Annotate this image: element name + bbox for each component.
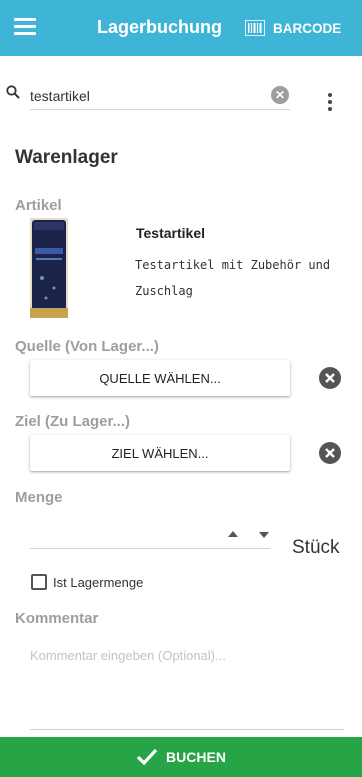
page-title: Lagerbuchung <box>97 17 222 37</box>
quantity-input[interactable] <box>30 548 270 549</box>
increment-arrow-icon[interactable] <box>228 531 238 537</box>
select-target-button[interactable]: ZIEL WÄHLEN... <box>30 435 290 471</box>
book-label: BUCHEN <box>166 749 226 765</box>
article-label: Artikel <box>15 197 62 214</box>
article-description: Testartikel mit Zubehör und Zuschlag <box>135 258 331 298</box>
barcode-icon <box>245 20 265 36</box>
search-input[interactable] <box>30 82 290 110</box>
more-vert-icon[interactable] <box>328 93 332 114</box>
source-label: Quelle (Von Lager...) <box>15 338 159 355</box>
section-title: Warenlager <box>15 147 118 168</box>
decrement-arrow-icon[interactable] <box>259 532 269 538</box>
checkmark-icon <box>136 748 158 766</box>
clear-search-icon[interactable]: ✕ <box>271 86 289 104</box>
unit-label: Stück <box>292 537 340 558</box>
search-bar: ✕ <box>0 78 362 114</box>
target-label: Ziel (Zu Lager...) <box>15 413 131 430</box>
comment-label: Kommentar <box>15 610 99 627</box>
barcode-button[interactable]: BARCODE <box>245 17 341 39</box>
article-image <box>30 218 68 318</box>
app-header: Lagerbuchung BARCODE <box>0 0 362 56</box>
clear-source-icon[interactable] <box>319 367 341 389</box>
stock-quantity-label: Ist Lagermenge <box>53 575 144 590</box>
comment-input[interactable]: Kommentar eingeben (Optional)... <box>30 648 344 730</box>
barcode-label: BARCODE <box>273 20 342 36</box>
hamburger-menu-icon[interactable] <box>14 18 36 36</box>
quantity-label: Menge <box>15 489 63 506</box>
clear-target-icon[interactable] <box>319 442 341 464</box>
article-name: Testartikel <box>136 225 205 241</box>
search-icon <box>6 85 20 99</box>
book-button[interactable]: BUCHEN <box>0 737 362 777</box>
stock-quantity-checkbox[interactable] <box>31 574 47 590</box>
select-source-button[interactable]: QUELLE WÄHLEN... <box>30 360 290 396</box>
